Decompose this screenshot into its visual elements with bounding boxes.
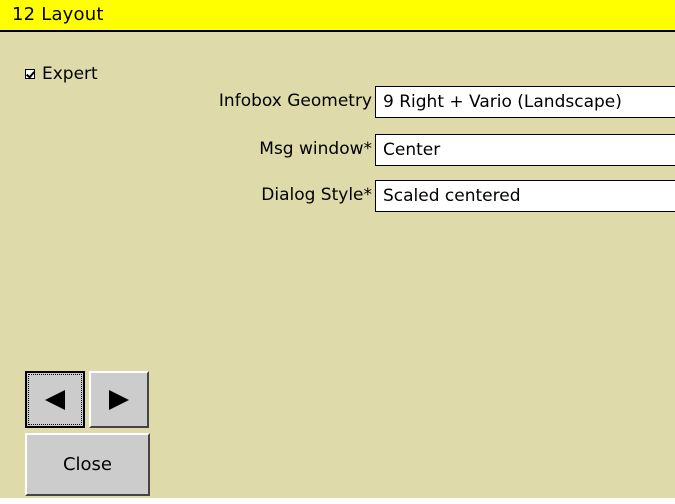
infobox-geometry-value: 9 Right + Vario (Landscape) [383,92,622,112]
dialog-style-value: Scaled centered [383,186,521,206]
title-bar: 12 Layout [0,0,675,32]
next-page-button[interactable] [89,371,149,428]
expert-label: Expert [42,64,98,84]
infobox-geometry-field[interactable]: 9 Right + Vario (Landscape) [375,86,675,118]
expert-toggle[interactable]: Expert [25,62,98,86]
close-button-label: Close [62,454,113,475]
msg-window-label: Msg window* [259,139,372,159]
msg-window-value: Center [383,140,441,160]
msg-window-field[interactable]: Center [375,134,675,166]
layout-dialog: 12 Layout Expert Infobox Geometry 9 Righ… [0,0,675,498]
triangle-left-icon [45,389,65,410]
infobox-geometry-label: Infobox Geometry [218,91,372,111]
infobox-geometry-row: Infobox Geometry 9 Right + Vario (Landsc… [0,86,675,118]
dialog-style-row: Dialog Style* Scaled centered [0,180,675,212]
previous-page-button[interactable] [25,371,85,428]
dialog-title: 12 Layout [12,4,104,25]
dialog-style-label: Dialog Style* [261,185,372,205]
expert-checkbox[interactable] [25,69,35,79]
dialog-style-field[interactable]: Scaled centered [375,180,675,212]
close-button[interactable]: Close [25,433,150,496]
triangle-right-icon [109,389,129,410]
msg-window-row: Msg window* Center [0,134,675,166]
